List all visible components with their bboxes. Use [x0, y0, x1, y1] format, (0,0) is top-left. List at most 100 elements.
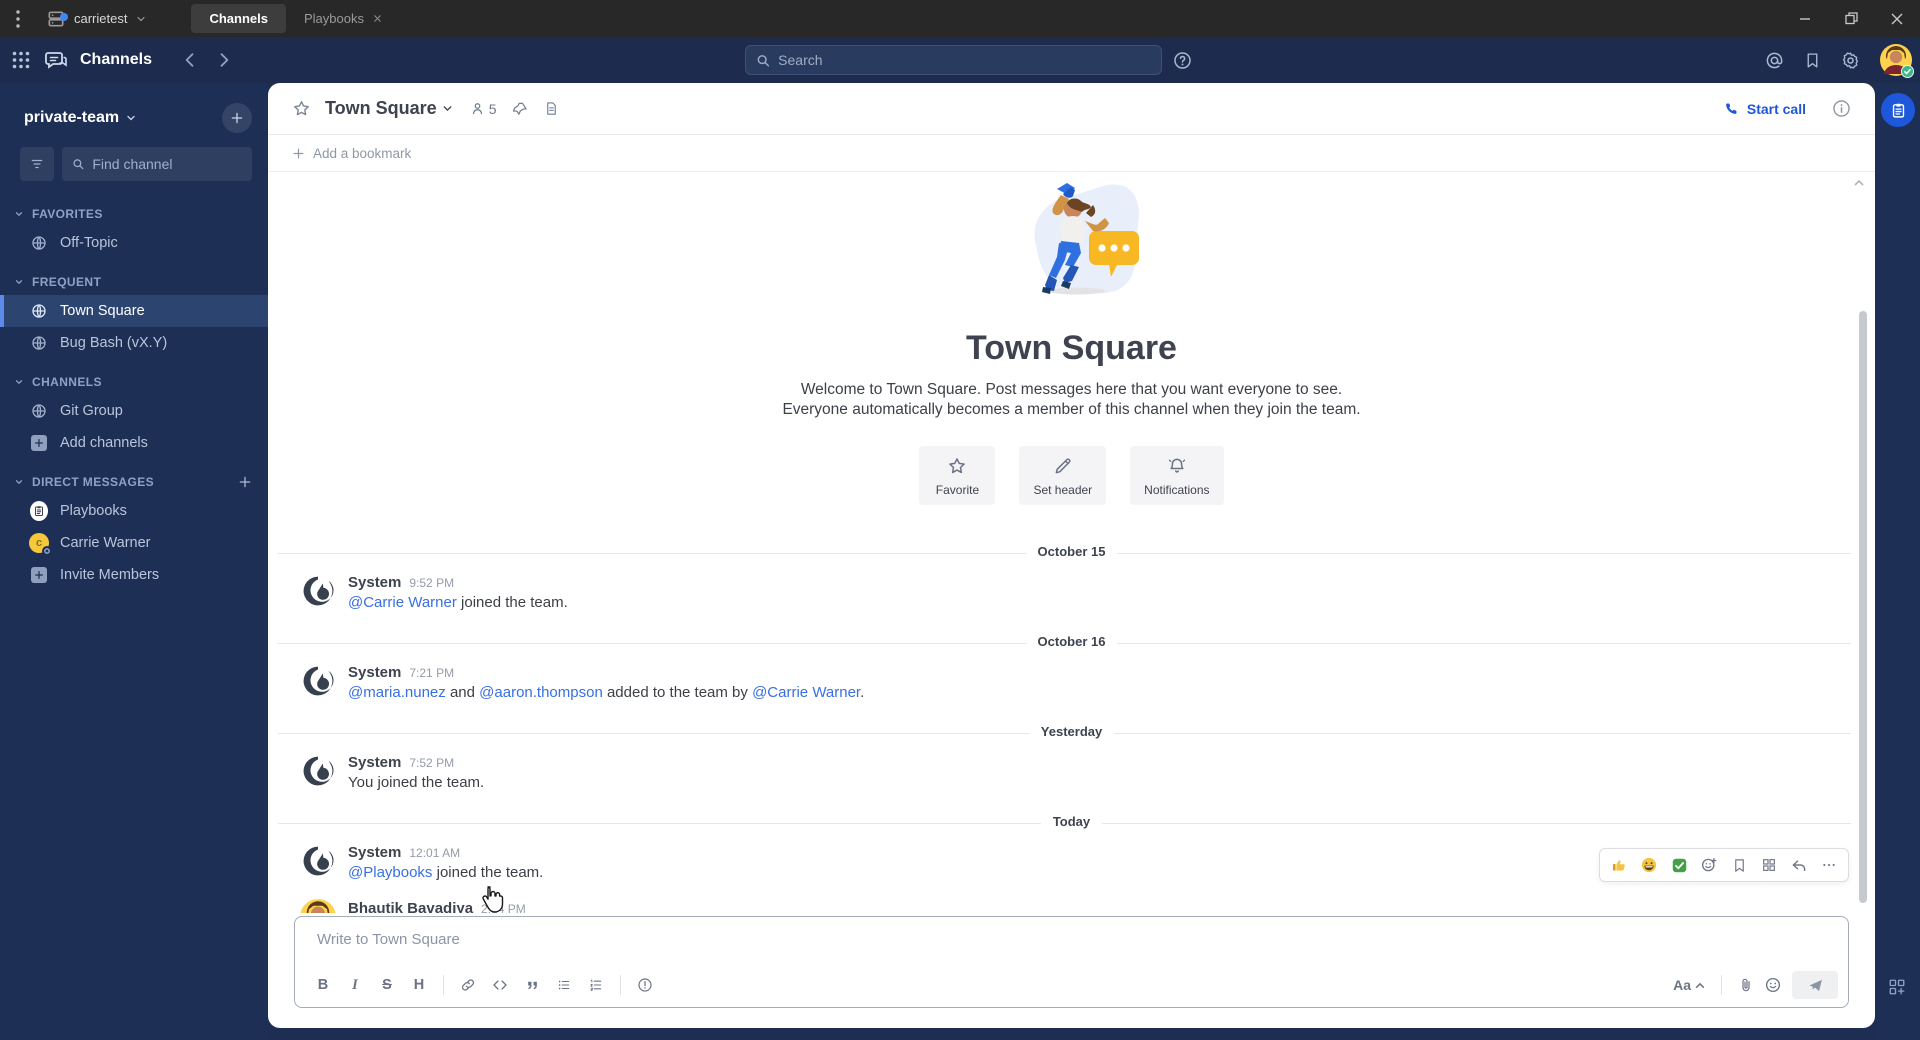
- sidebar-item-invite-members[interactable]: Invite Members: [0, 559, 268, 591]
- channel-name[interactable]: Town Square: [325, 98, 437, 119]
- window-title-bar: carrietest Channels Playbooks: [0, 0, 1920, 37]
- message-sender[interactable]: System: [348, 664, 401, 681]
- find-channel-box[interactable]: [62, 147, 252, 181]
- hide-formatting-button[interactable]: Aa: [1673, 977, 1705, 993]
- saved-messages-icon[interactable]: [1804, 51, 1821, 70]
- sidebar-item-playbooks-dm[interactable]: Playbooks: [0, 495, 268, 527]
- message-actions-icon[interactable]: [1756, 852, 1782, 878]
- check-mark-emoji[interactable]: [1666, 852, 1692, 878]
- system-avatar: [300, 663, 336, 699]
- system-message-row[interactable]: System 7:52 PM You joined the team.: [268, 743, 1875, 799]
- help-icon[interactable]: [1173, 51, 1192, 70]
- scrollbar-thumb[interactable]: [1859, 311, 1867, 903]
- sidebar-item-off-topic[interactable]: Off-Topic: [0, 227, 268, 259]
- numbered-list-button[interactable]: [582, 971, 610, 999]
- message-input[interactable]: Write to Town Square: [295, 917, 1848, 948]
- sidebar-item-town-square[interactable]: Town Square: [0, 295, 268, 327]
- status-online-badge: [1901, 65, 1914, 78]
- mention-link[interactable]: @Carrie Warner: [348, 594, 457, 611]
- thumbs-up-emoji[interactable]: [1606, 852, 1632, 878]
- grinning-emoji[interactable]: [1636, 852, 1662, 878]
- sidebar-item-add-channels[interactable]: Add channels: [0, 427, 268, 459]
- add-reaction-icon[interactable]: [1696, 852, 1722, 878]
- sidebar-item-bug-bash[interactable]: Bug Bash (vX.Y): [0, 327, 268, 359]
- user-avatar[interactable]: [1880, 44, 1912, 76]
- mention-link[interactable]: @Playbooks: [348, 864, 432, 881]
- bold-button[interactable]: B: [309, 971, 337, 999]
- category-frequent[interactable]: FREQUENT: [0, 259, 268, 295]
- message-composer[interactable]: Write to Town Square B I S H Aa: [294, 916, 1849, 1008]
- category-channels[interactable]: CHANNELS: [0, 359, 268, 395]
- message-text: You joined the team.: [348, 774, 485, 791]
- server-switcher[interactable]: carrietest: [36, 9, 163, 29]
- reply-icon[interactable]: [1786, 852, 1812, 878]
- product-switcher-icon[interactable]: [12, 51, 30, 69]
- team-menu-chevron-icon[interactable]: [125, 112, 137, 124]
- history-forward-icon[interactable]: [214, 50, 234, 70]
- bulleted-list-button[interactable]: [550, 971, 578, 999]
- message-sender[interactable]: System: [348, 844, 401, 861]
- app-menu-button[interactable]: [0, 9, 36, 28]
- chevron-down-icon: [15, 380, 23, 385]
- channel-filter-button[interactable]: [20, 147, 54, 181]
- history-back-icon[interactable]: [180, 50, 200, 70]
- system-message-row[interactable]: System 9:52 PM @Carrie Warner joined the …: [268, 563, 1875, 619]
- mention-link[interactable]: @maria.nunez: [348, 684, 446, 701]
- tab-playbooks[interactable]: Playbooks: [286, 4, 401, 33]
- more-actions-icon[interactable]: [1816, 852, 1842, 878]
- italic-button[interactable]: I: [341, 971, 369, 999]
- link-button[interactable]: [454, 971, 482, 999]
- sidebar-item-git-group[interactable]: Git Group: [0, 395, 268, 427]
- search-box[interactable]: [745, 45, 1162, 75]
- message-list[interactable]: Town Square Welcome to Town Square. Post…: [268, 173, 1875, 913]
- save-message-icon[interactable]: [1726, 852, 1752, 878]
- heading-button[interactable]: H: [405, 971, 433, 999]
- message-sender[interactable]: System: [348, 754, 401, 771]
- message-time: 9:52 PM: [409, 576, 455, 590]
- emoji-picker-button[interactable]: [1764, 976, 1782, 994]
- set-header-button[interactable]: Set header: [1019, 446, 1107, 505]
- search-input[interactable]: [778, 52, 1151, 68]
- attach-file-button[interactable]: [1738, 976, 1754, 994]
- recent-mentions-icon[interactable]: [1765, 51, 1784, 70]
- close-tab-icon[interactable]: [372, 13, 383, 24]
- add-channel-button[interactable]: [222, 103, 252, 133]
- start-call-button[interactable]: Start call: [1724, 101, 1806, 117]
- app-marketplace-icon[interactable]: [1888, 978, 1906, 996]
- member-count[interactable]: 5: [470, 101, 496, 117]
- message-sender[interactable]: System: [348, 574, 401, 591]
- send-message-button[interactable]: [1792, 971, 1838, 999]
- strikethrough-button[interactable]: S: [373, 971, 401, 999]
- notifications-button[interactable]: Notifications: [1130, 446, 1224, 505]
- settings-gear-icon[interactable]: [1841, 51, 1860, 70]
- playbooks-app-button[interactable]: [1881, 93, 1915, 127]
- favorite-channel-button[interactable]: Favorite: [919, 446, 996, 505]
- user-message-row[interactable]: Bhautik Bavadiya2:14 PM Time is 19:50 Ed…: [268, 889, 1875, 913]
- system-message-row[interactable]: System 7:21 PM @maria.nunez and @aaron.th…: [268, 653, 1875, 709]
- sidebar-item-carrie-warner[interactable]: c Carrie Warner: [0, 527, 268, 559]
- mention-link[interactable]: @aaron.thompson: [479, 684, 603, 701]
- new-direct-message-button[interactable]: [238, 475, 252, 489]
- scroll-top-icon[interactable]: [1853, 179, 1865, 187]
- mention-link[interactable]: @Carrie Warner: [752, 684, 860, 701]
- quote-button[interactable]: [518, 971, 546, 999]
- tab-channels[interactable]: Channels: [191, 4, 286, 33]
- find-channel-input[interactable]: [92, 156, 242, 172]
- add-bookmark-button[interactable]: Add a bookmark: [268, 135, 1875, 172]
- pinned-posts-icon[interactable]: [512, 101, 528, 117]
- code-button[interactable]: [486, 971, 514, 999]
- restore-button[interactable]: [1828, 0, 1874, 37]
- category-direct-messages[interactable]: DIRECT MESSAGES: [0, 459, 268, 495]
- message-sender[interactable]: Bhautik Bavadiya: [348, 900, 473, 913]
- user-avatar[interactable]: [300, 899, 336, 913]
- close-window-button[interactable]: [1874, 0, 1920, 37]
- channel-info-icon[interactable]: [1832, 99, 1851, 118]
- channel-menu-chevron-icon[interactable]: [441, 102, 454, 115]
- team-name[interactable]: private-team: [24, 109, 119, 127]
- intro-title: Town Square: [966, 329, 1177, 367]
- category-favorites[interactable]: FAVORITES: [0, 191, 268, 227]
- formatting-help-icon[interactable]: [631, 971, 659, 999]
- channel-files-icon[interactable]: [544, 100, 559, 117]
- minimize-button[interactable]: [1782, 0, 1828, 37]
- favorite-star-icon[interactable]: [292, 99, 311, 118]
